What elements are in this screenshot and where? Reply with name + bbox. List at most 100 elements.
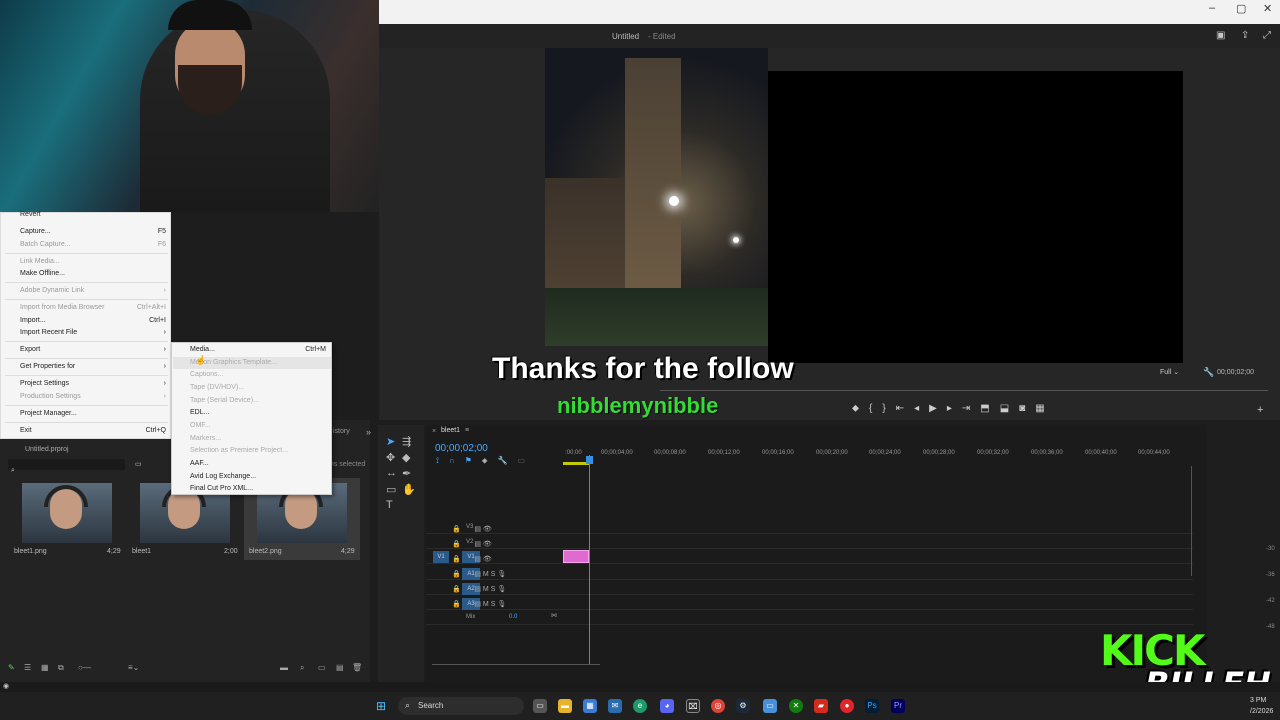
eye-icon[interactable]: 👁: [483, 541, 492, 548]
time-ruler[interactable]: :00;00 00;00;04;00 00;00;08;00 00;00;12;…: [563, 448, 1193, 464]
lock-icon[interactable]: 🔒: [452, 586, 461, 593]
playhead[interactable]: [589, 455, 590, 665]
tab-menu-icon[interactable]: ≡: [465, 427, 469, 434]
export-item-fcp-xml[interactable]: Final Cut Pro XML...: [190, 483, 326, 495]
thumbnail-bleet1-png[interactable]: [22, 483, 112, 543]
mix-arrow-icon[interactable]: ⋈: [551, 612, 557, 619]
icon-view-icon[interactable]: ▦: [41, 663, 49, 672]
track-a2[interactable]: [426, 581, 1193, 595]
track-select-icon[interactable]: ⇶: [402, 435, 411, 448]
terminal-icon[interactable]: ⌧: [686, 699, 700, 713]
horizontal-zoom-bar[interactable]: [432, 664, 600, 670]
step-back-icon[interactable]: ◂: [914, 403, 919, 417]
add-marker-icon[interactable]: ⬥: [852, 403, 859, 417]
linked-selection-icon[interactable]: ⚑: [465, 456, 472, 466]
step-forward-icon[interactable]: ▸: [947, 403, 952, 417]
settings-wrench-icon[interactable]: 🔧: [1203, 367, 1214, 378]
mic-icon[interactable]: 🎙: [497, 601, 506, 608]
list-view-icon[interactable]: ☰: [24, 663, 31, 672]
xbox-icon[interactable]: ✕: [789, 699, 803, 713]
store-icon[interactable]: ▦: [583, 699, 597, 713]
export-item-media[interactable]: Media... Ctrl+M: [190, 344, 326, 356]
slip-tool-icon[interactable]: ↔: [386, 467, 397, 479]
export-item-omf[interactable]: OMF...: [190, 420, 326, 432]
eye-icon[interactable]: 👁: [483, 556, 492, 563]
trash-icon[interactable]: 🗑: [352, 663, 362, 672]
steam-icon[interactable]: ⚙: [736, 699, 750, 713]
lift-icon[interactable]: ⬒: [980, 403, 989, 417]
menu-item-get-properties[interactable]: Get Properties for ›: [20, 361, 166, 373]
streaming-app-icon[interactable]: ●: [840, 699, 854, 713]
share-icon[interactable]: ⇪: [1241, 30, 1249, 41]
track-a3[interactable]: [426, 596, 1193, 610]
menu-item-make-offline[interactable]: Make Offline...: [20, 268, 166, 280]
insert-icon[interactable]: ⟟: [436, 456, 439, 466]
menu-item-import-recent[interactable]: Import Recent File ›: [20, 327, 166, 339]
export-frame-icon[interactable]: ◙: [1019, 403, 1025, 417]
task-view-icon[interactable]: ▭: [533, 699, 547, 713]
clock-time[interactable]: 3 PM: [1250, 697, 1266, 704]
automate-icon[interactable]: ▬: [280, 663, 288, 672]
mic-icon[interactable]: 🎙: [497, 586, 506, 593]
windows-start-icon[interactable]: ⊞: [374, 699, 388, 713]
add-marker-icon[interactable]: ⬥: [482, 456, 488, 466]
go-to-in-icon[interactable]: ⇤: [896, 403, 904, 417]
menu-item-production-settings[interactable]: Production Settings ›: [20, 391, 166, 403]
eye-icon[interactable]: 👁: [483, 526, 492, 533]
razor-tool-icon[interactable]: ◆: [402, 451, 410, 464]
sync-icon[interactable]: ▤: [474, 571, 481, 578]
export-item-tape-serial[interactable]: Tape (Serial Device)...: [190, 395, 326, 407]
close-tab-icon[interactable]: ×: [432, 428, 436, 435]
sync-icon[interactable]: ▤: [474, 586, 481, 593]
history-tab[interactable]: istory: [333, 428, 350, 435]
discord-icon[interactable]: ◕: [660, 699, 674, 713]
menu-item-export[interactable]: Export ›: [20, 344, 166, 356]
menu-item-project-settings[interactable]: Project Settings ›: [20, 378, 166, 390]
timeline-clip[interactable]: [563, 550, 589, 563]
mic-icon[interactable]: 🎙: [497, 571, 506, 578]
button-editor-plus-icon[interactable]: +: [1257, 404, 1263, 416]
track-v3[interactable]: [426, 520, 1193, 534]
play-icon[interactable]: ▶: [929, 403, 937, 417]
new-bin-footer-icon[interactable]: ▭: [318, 663, 326, 672]
rectangle-tool-icon[interactable]: ▭: [386, 483, 396, 496]
go-to-out-icon[interactable]: ⇥: [962, 403, 970, 417]
close-button[interactable]: ✕: [1263, 2, 1272, 15]
pen-tool-icon[interactable]: ✒: [402, 467, 411, 480]
menu-item-batch-capture[interactable]: Batch Capture... F6: [20, 239, 166, 251]
compare-icon[interactable]: ▦: [1035, 403, 1044, 417]
export-item-avid-log[interactable]: Avid Log Exchange...: [190, 471, 326, 483]
timeline-settings-icon[interactable]: 🔧: [498, 456, 508, 466]
workspaces-icon[interactable]: ▣: [1216, 30, 1225, 41]
extract-icon[interactable]: ⬓: [1000, 403, 1009, 417]
monitor-app-icon[interactable]: ▭: [763, 699, 777, 713]
freeform-view-icon[interactable]: ⧉: [58, 663, 64, 673]
captions-icon[interactable]: ▭: [517, 456, 525, 466]
maximize-button[interactable]: ▢: [1236, 2, 1246, 15]
menu-item-dynamic-link[interactable]: Adobe Dynamic Link ›: [20, 285, 166, 297]
timeline-timecode[interactable]: 00;00;02;00: [435, 443, 488, 454]
new-bin-icon[interactable]: ▭: [135, 460, 142, 468]
expand-panel-icon[interactable]: »: [366, 427, 371, 437]
selection-tool-icon[interactable]: ➤: [386, 435, 395, 448]
program-scrub-bar[interactable]: [660, 390, 1268, 391]
write-icon[interactable]: ✎: [8, 663, 15, 672]
export-item-aaf[interactable]: AAF...: [190, 458, 326, 470]
menu-item-exit[interactable]: Exit Ctrl+Q: [20, 425, 166, 437]
lock-icon[interactable]: 🔒: [452, 556, 461, 563]
menu-item-import[interactable]: Import... Ctrl+I: [20, 315, 166, 327]
clock-date[interactable]: /2/2026: [1250, 708, 1273, 715]
mark-in-icon[interactable]: {: [869, 403, 872, 417]
lock-icon[interactable]: 🔒: [452, 526, 461, 533]
premiere-icon[interactable]: Pr: [891, 699, 905, 713]
snap-icon[interactable]: ∩: [449, 456, 455, 466]
ripple-edit-icon[interactable]: ✥: [386, 451, 395, 464]
export-item-selection-project[interactable]: Selection as Premiere Project...: [190, 445, 326, 457]
export-item-captions[interactable]: Captions...: [190, 369, 326, 381]
find-icon[interactable]: ⌕: [300, 663, 304, 673]
file-explorer-icon[interactable]: ▬: [558, 699, 572, 713]
photoshop-icon[interactable]: Ps: [865, 699, 879, 713]
menu-item-import-media-browser[interactable]: Import from Media Browser Ctrl+Alt+I: [20, 302, 166, 314]
lock-icon[interactable]: 🔒: [452, 601, 461, 608]
export-item-markers[interactable]: Markers...: [190, 433, 326, 445]
